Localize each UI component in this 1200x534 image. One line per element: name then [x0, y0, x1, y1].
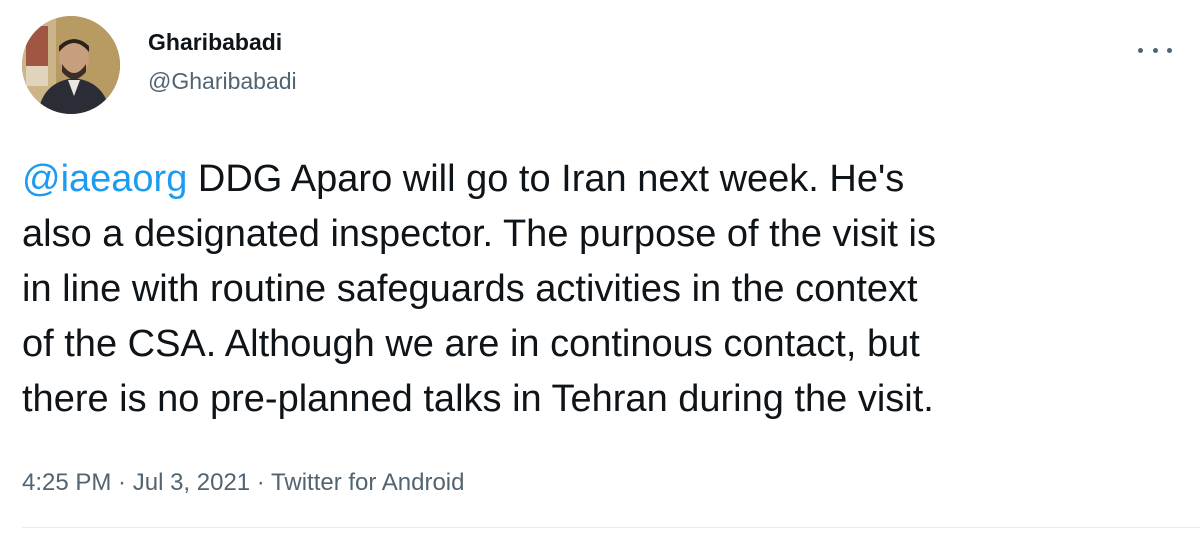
meta-separator: · [250, 469, 272, 496]
tweet-text: @iaeaorg DDG Aparo will go to Iran next … [22, 152, 1172, 427]
author-names: Gharibabadi @Gharibabadi [148, 27, 297, 97]
more-dot [1167, 47, 1172, 53]
tweet-date-link[interactable]: Jul 3, 2021 [133, 469, 250, 496]
meta-separator: · [111, 469, 133, 496]
avatar-image [22, 16, 120, 114]
author-handle[interactable]: @Gharibabadi [148, 65, 297, 97]
tweet-source-link[interactable]: Twitter for Android [271, 469, 464, 496]
tweet-card: Gharibabadi @Gharibabadi @iaeaorg DDG Ap… [0, 0, 1200, 534]
tweet-metadata: 4:25 PM · Jul 3, 2021 · Twitter for Andr… [22, 466, 464, 500]
mention-link[interactable]: @iaeaorg [22, 158, 187, 200]
divider [22, 527, 1200, 528]
tweet-header: Gharibabadi @Gharibabadi [22, 16, 297, 114]
tweet-time-link[interactable]: 4:25 PM [22, 469, 111, 496]
more-horizontal-icon[interactable] [1138, 40, 1172, 60]
avatar[interactable] [22, 16, 120, 114]
more-dot [1152, 47, 1158, 53]
more-dot [1138, 47, 1143, 53]
author-display-name[interactable]: Gharibabadi [148, 27, 297, 57]
